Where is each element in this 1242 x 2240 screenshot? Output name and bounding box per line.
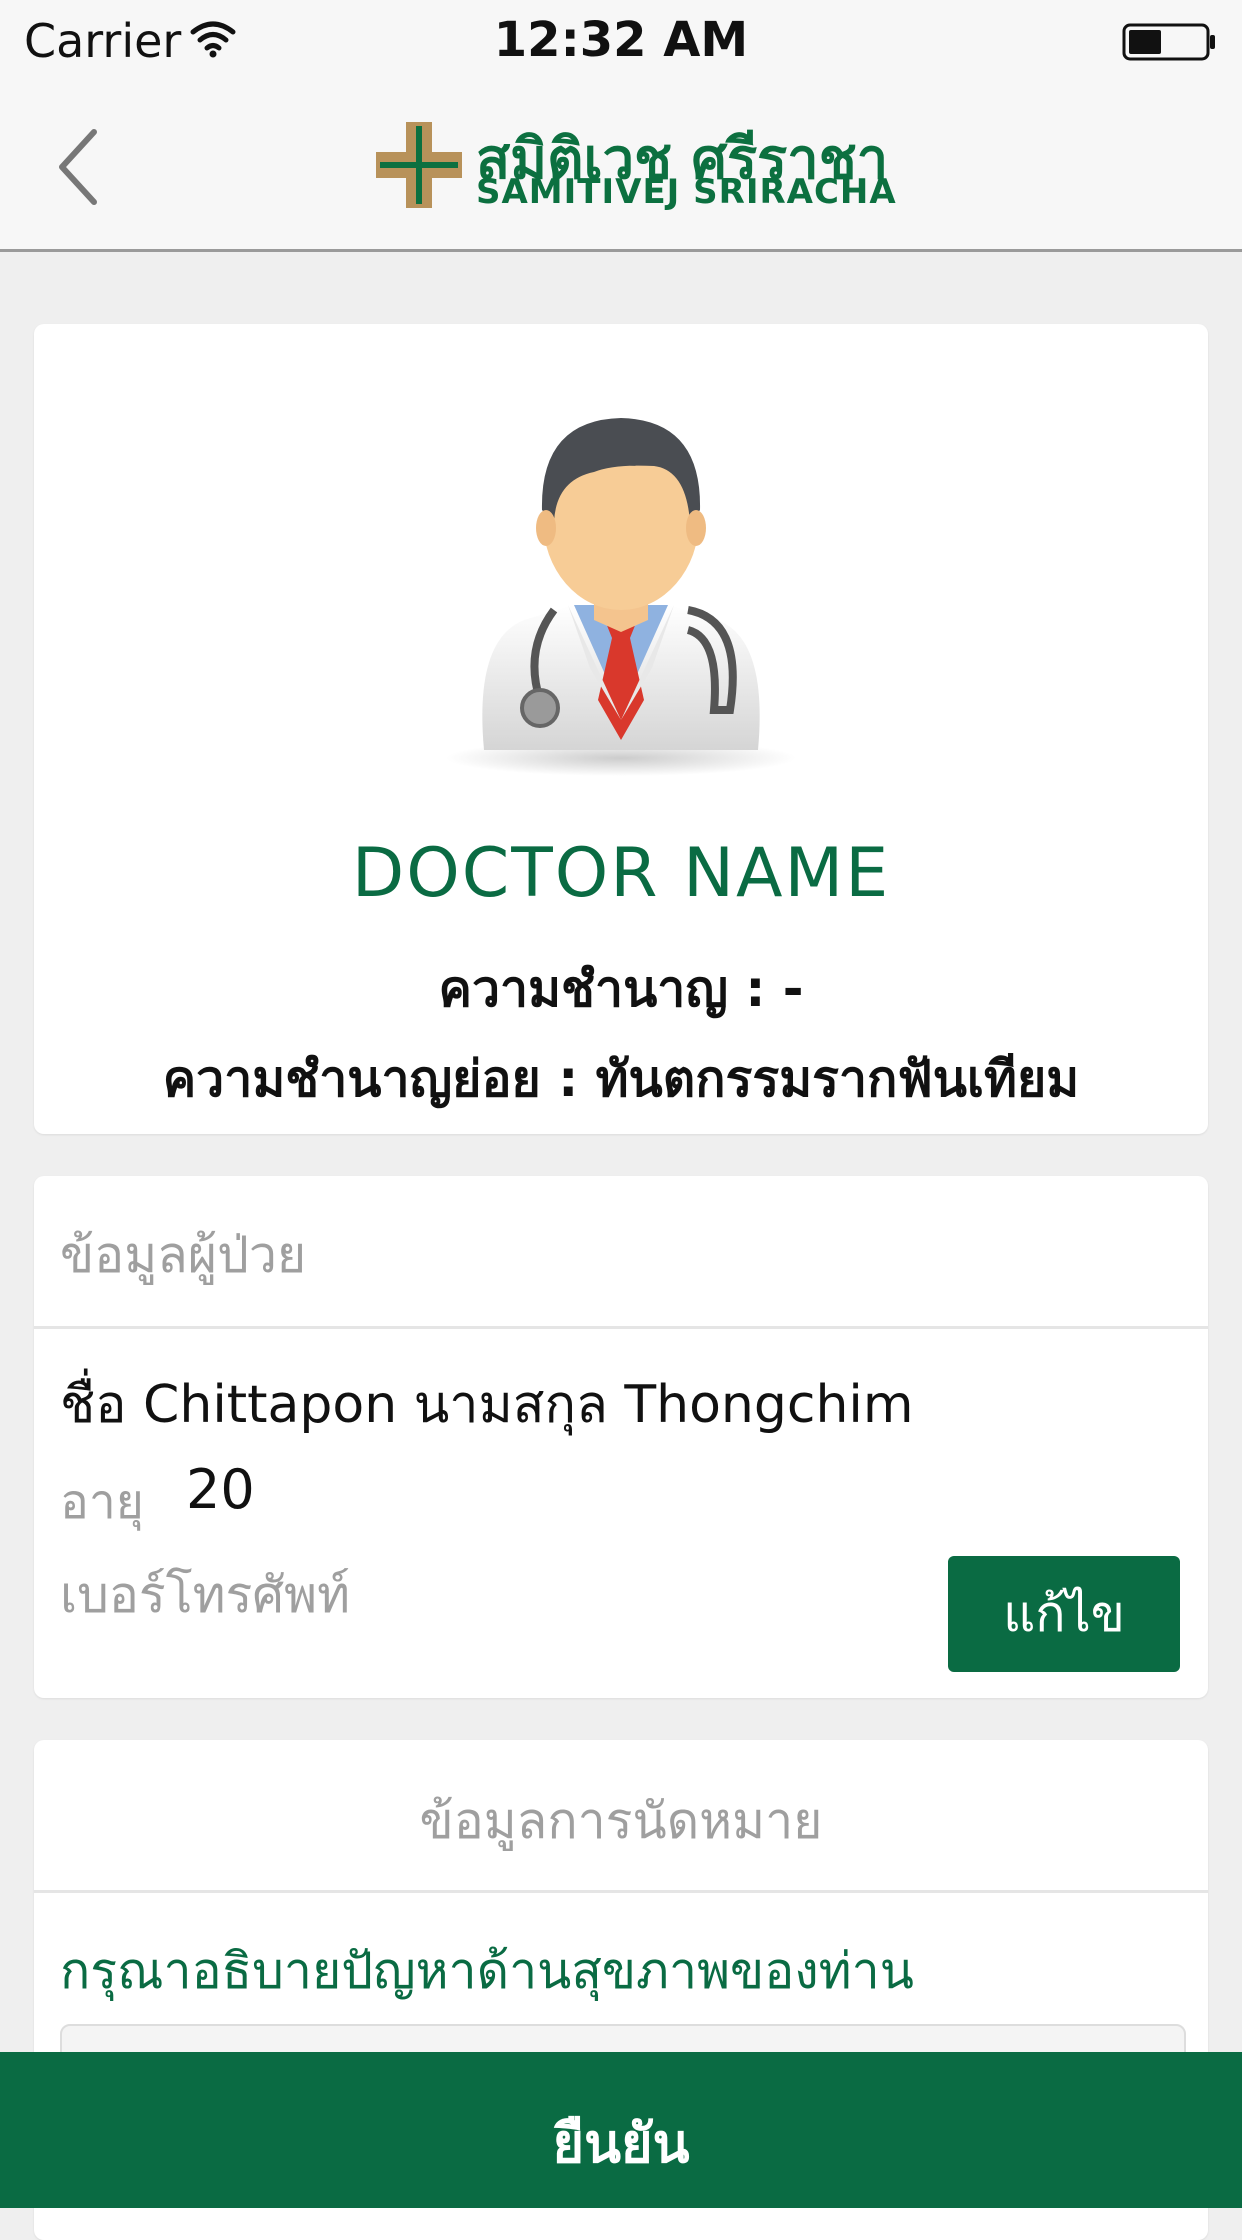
hospital-cross-icon — [376, 122, 462, 208]
appointment-title: ข้อมูลการนัดหมาย — [419, 1792, 823, 1850]
age-value: 20 — [186, 1458, 255, 1521]
phone-label: เบอร์โทรศัพท์ — [60, 1566, 351, 1624]
confirm-label: ยืนยัน — [552, 2112, 690, 2175]
subspecialty-text: ความชำนาญย่อย : ทันตกรรมรากฟันเทียม — [162, 1050, 1080, 1108]
confirm-button[interactable]: ยืนยัน — [0, 2052, 1242, 2208]
samitivej-logo: สมิติเวช ศรีราชา SAMITIVEJ SRIRACHA — [376, 122, 896, 218]
age-label: อายุ — [60, 1474, 144, 1530]
patient-info-title: ข้อมูลผู้ป่วย — [60, 1226, 307, 1284]
specialty-text: ความชำนาญ : - — [438, 960, 804, 1018]
clock: 12:32 AM — [493, 12, 749, 68]
patient-info-header: ข้อมูลผู้ป่วย — [34, 1176, 1208, 1329]
patient-name: ชื่อ Chittapon นามสกุล Thongchim — [60, 1375, 914, 1435]
logo-english-text: SAMITIVEJ SRIRACHA — [476, 172, 897, 212]
patient-info-card: ข้อมูลผู้ป่วย ชื่อ Chittapon นามสกุล Tho… — [34, 1176, 1208, 1698]
back-chevron-icon[interactable] — [50, 124, 110, 210]
doctor-avatar-icon — [446, 418, 796, 776]
navigation-bar: สมิติเวช ศรีราชา SAMITIVEJ SRIRACHA — [0, 84, 1242, 252]
doctor-card: DOCTOR NAME ความชำนาญ : - ความชำนาญย่อย … — [34, 324, 1208, 1134]
edit-button[interactable]: แก้ไข — [948, 1556, 1180, 1672]
health-problem-prompt: กรุณาอธิบายปัญหาด้านสุขภาพของท่าน — [60, 1942, 914, 2000]
appointment-header: ข้อมูลการนัดหมาย — [34, 1740, 1208, 1893]
doctor-name: DOCTOR NAME — [351, 834, 891, 913]
status-bar: Carrier 12:32 AM — [0, 0, 1242, 84]
battery-icon — [1122, 23, 1215, 61]
